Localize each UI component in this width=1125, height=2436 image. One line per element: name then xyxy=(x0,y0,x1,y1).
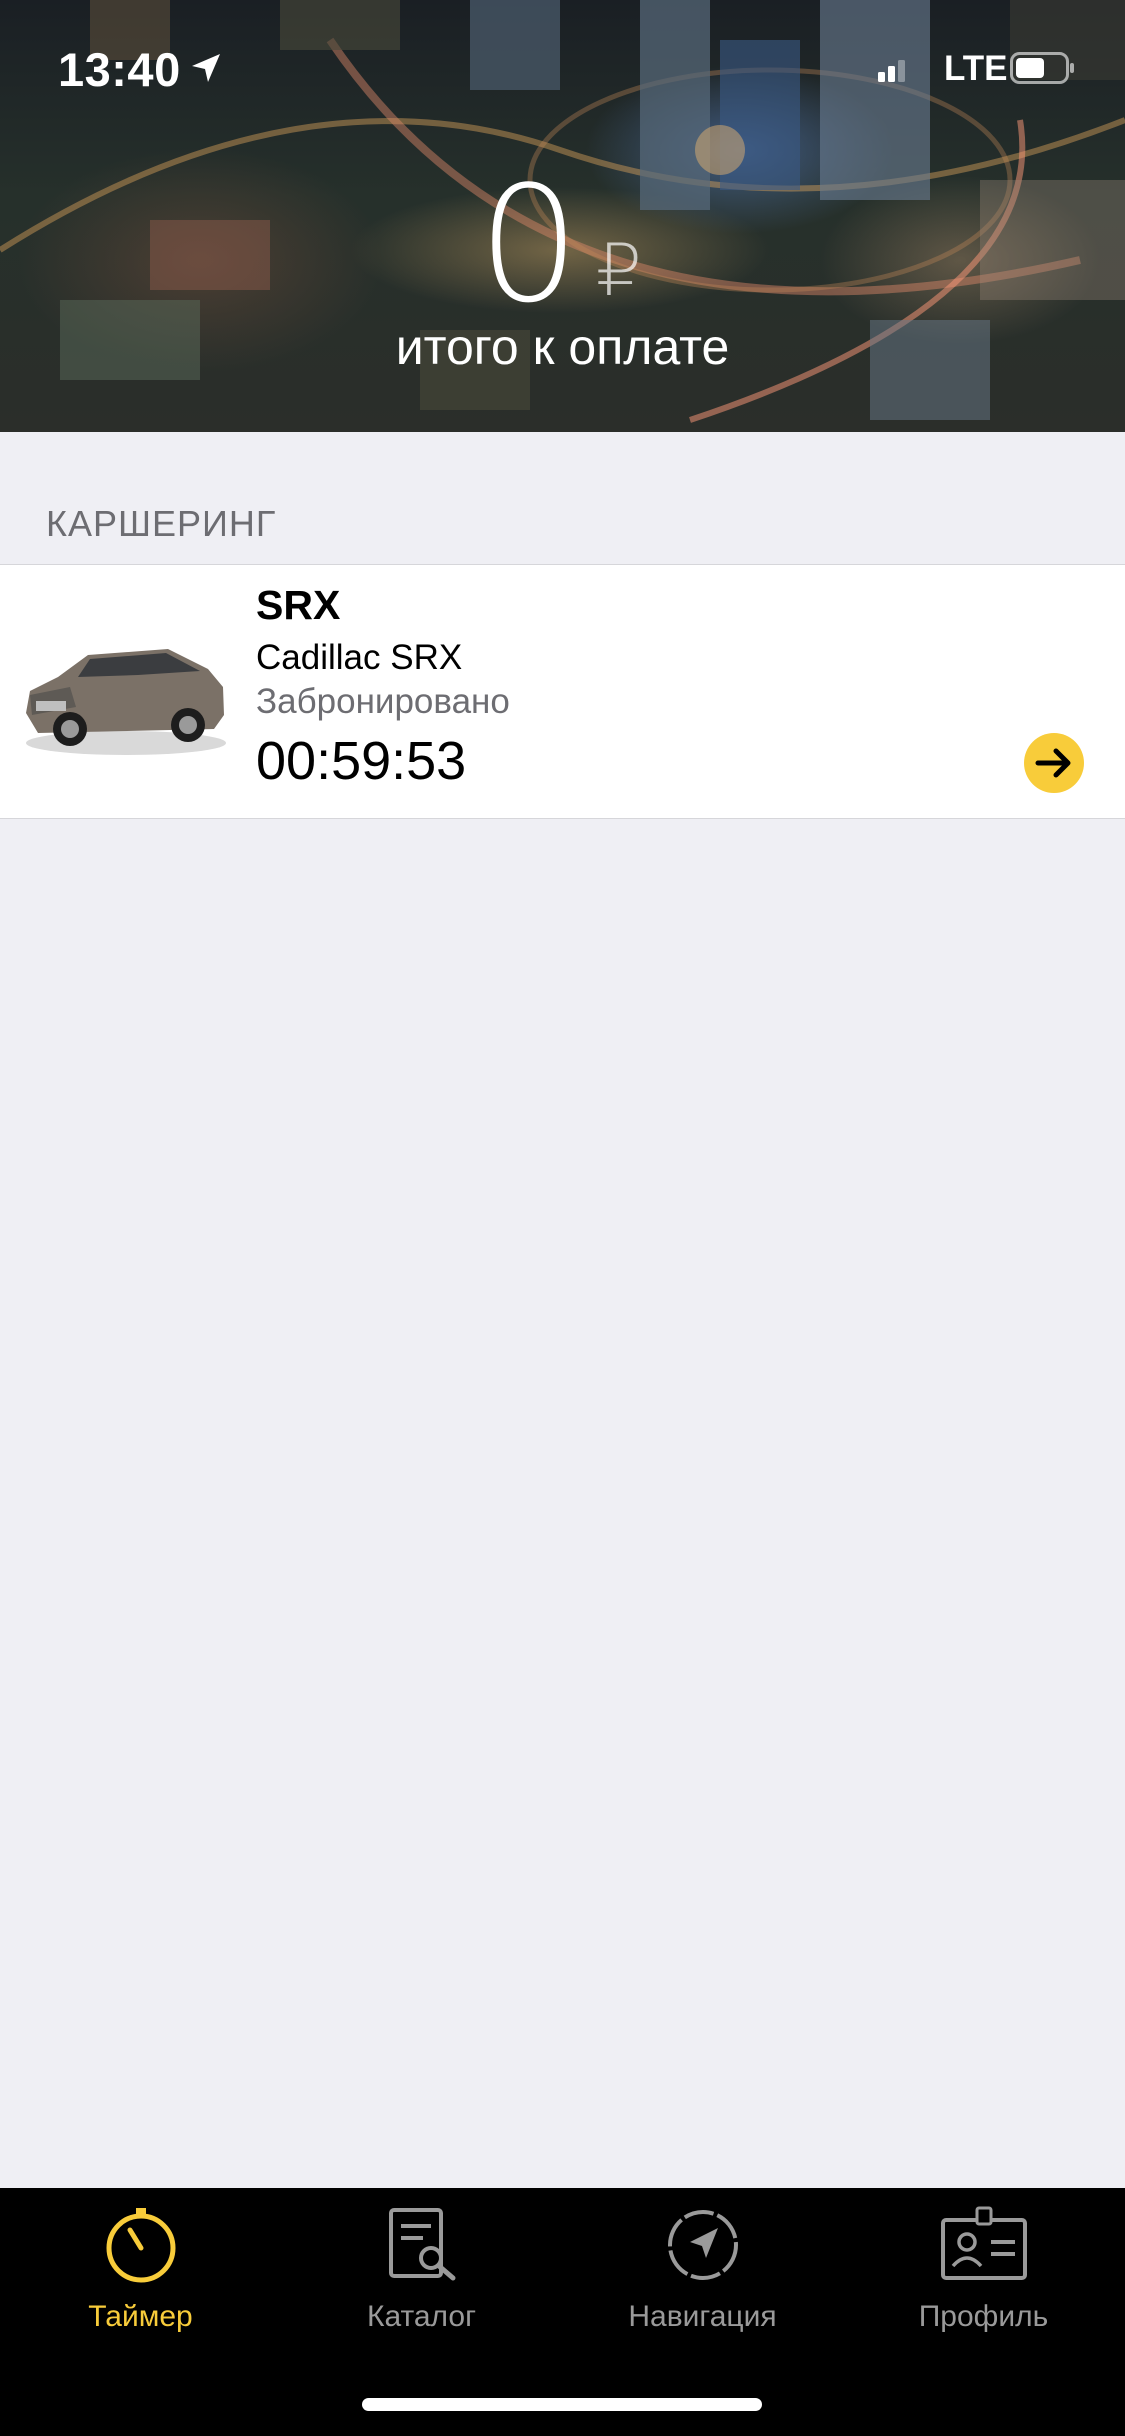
navigation-icon xyxy=(667,2210,738,2280)
car-image xyxy=(26,649,226,755)
tab-label-navigation: Навигация xyxy=(628,2300,777,2333)
tab-catalog[interactable]: Каталог xyxy=(281,2188,562,2368)
tab-label-catalog: Каталог xyxy=(366,2300,477,2333)
total-label: итого к оплате xyxy=(395,319,730,375)
car-name: SRX xyxy=(256,582,341,628)
tab-bar: Таймер Каталог Навигация Профиль xyxy=(0,2188,1125,2436)
catalog-icon xyxy=(388,2208,455,2281)
location-arrow-icon xyxy=(192,54,220,82)
tab-profile[interactable]: Профиль xyxy=(843,2188,1124,2368)
booking-status: Забронировано xyxy=(256,682,510,721)
status-time: 13:40 xyxy=(58,43,181,96)
network-type: LTE xyxy=(944,49,1008,88)
header-background: 13:40 LTE 0 ₽ итого к оплате xyxy=(0,0,1125,432)
booking-timer: 00:59:53 xyxy=(256,731,467,791)
booking-card[interactable] xyxy=(0,564,1125,819)
profile-icon xyxy=(940,2206,1027,2280)
signal-icon xyxy=(878,60,905,82)
arrow-right-icon xyxy=(1035,748,1071,778)
home-indicator[interactable] xyxy=(362,2398,762,2411)
section-header-carsharing: КАРШЕРИНГ xyxy=(46,503,277,544)
battery-icon xyxy=(1010,52,1074,84)
open-booking-button[interactable] xyxy=(1024,733,1084,793)
status-bar: 13:40 LTE xyxy=(0,0,1125,135)
tab-label-profile: Профиль xyxy=(918,2300,1049,2333)
timer-icon xyxy=(106,2208,175,2283)
tab-timer[interactable]: Таймер xyxy=(0,2188,281,2368)
total-amount: 0 xyxy=(478,151,580,338)
car-model: Cadillac SRX xyxy=(256,638,463,677)
tab-navigation[interactable]: Навигация xyxy=(562,2188,843,2368)
tab-label-timer: Таймер xyxy=(88,2300,193,2333)
currency-symbol: ₽ xyxy=(596,228,642,312)
